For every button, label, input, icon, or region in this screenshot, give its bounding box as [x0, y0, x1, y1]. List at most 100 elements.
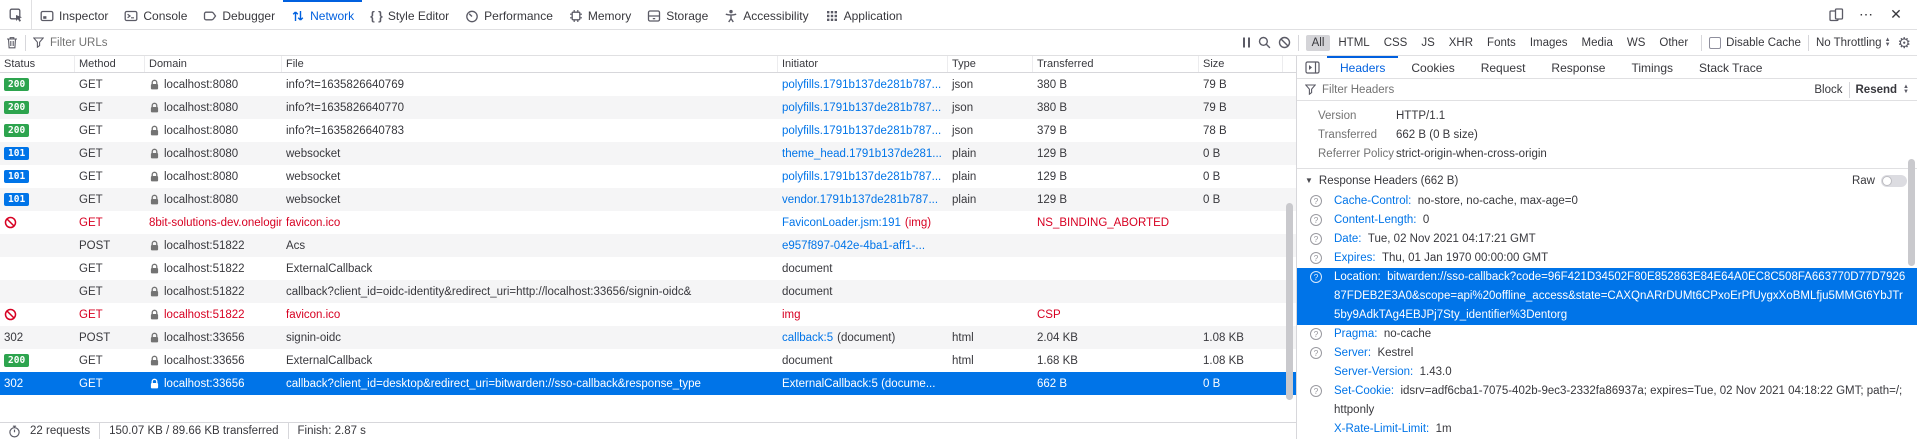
help-icon[interactable]: ? — [1310, 195, 1322, 207]
meatball-menu-button[interactable]: ⋯ — [1853, 2, 1879, 28]
table-row[interactable]: 302GETlocalhost:33656callback?client_id=… — [0, 372, 1296, 395]
column-header-status[interactable]: Status — [0, 56, 75, 72]
table-row[interactable]: 101GETlocalhost:8080websocketvendor.1791… — [0, 188, 1296, 211]
search-icon[interactable] — [1258, 36, 1271, 49]
header-entry[interactable]: ?Pragma: no-cache — [1297, 325, 1917, 344]
header-entry[interactable]: ?Content-Length: 0 — [1297, 211, 1917, 230]
column-header-domain[interactable]: Domain — [145, 56, 282, 72]
initiator-link[interactable]: polyfills.1791b137de281b787... — [782, 171, 941, 183]
performance-analysis-icon[interactable] — [8, 425, 21, 438]
table-row[interactable]: GET8bit-solutions-dev.onelogin...favicon… — [0, 211, 1296, 234]
throttling-dropdown[interactable]: No Throttling ▲▼ — [1816, 37, 1891, 49]
resend-dropdown-arrows-icon[interactable]: ▲▼ — [1903, 85, 1909, 95]
tab-inspector[interactable]: Inspector — [32, 0, 116, 29]
tab-memory[interactable]: Memory — [561, 0, 639, 29]
filter-pill-ws[interactable]: WS — [1621, 35, 1652, 51]
help-icon[interactable]: ? — [1310, 252, 1322, 264]
column-header-method[interactable]: Method — [75, 56, 145, 72]
filter-pill-media[interactable]: Media — [1576, 35, 1619, 51]
tab-accessibility[interactable]: Accessibility — [716, 0, 816, 29]
table-row[interactable]: 101GETlocalhost:8080websocketpolyfills.1… — [0, 165, 1296, 188]
table-row[interactable]: 200GETlocalhost:33656ExternalCallbackdoc… — [0, 349, 1296, 372]
column-header-file[interactable]: File — [282, 56, 778, 72]
initiator-link[interactable]: vendor.1791b137de281b787... — [782, 194, 938, 206]
help-icon[interactable]: ? — [1310, 214, 1322, 226]
header-value: 0 — [1423, 214, 1429, 226]
details-scrollbar[interactable] — [1908, 159, 1915, 266]
network-settings-gear-icon[interactable]: ⚙ — [1898, 34, 1911, 52]
filter-pill-images[interactable]: Images — [1524, 35, 1574, 51]
block-requests-icon[interactable] — [1278, 36, 1291, 49]
initiator-link[interactable]: theme_head.1791b137de281... — [782, 148, 942, 160]
node-picker-button[interactable] — [0, 0, 32, 29]
collapse-sidebar-button[interactable] — [1297, 56, 1327, 78]
table-row[interactable]: GETlocalhost:51822callback?client_id=oid… — [0, 280, 1296, 303]
help-icon[interactable]: ? — [1310, 328, 1322, 340]
tab-network[interactable]: Network — [283, 0, 362, 29]
initiator-link[interactable]: e957f897-042e-4ba1-aff1-... — [782, 240, 925, 252]
details-tab-headers[interactable]: Headers — [1327, 56, 1398, 78]
lock-icon — [149, 125, 160, 137]
initiator-link[interactable]: callback:5 — [782, 332, 833, 344]
details-tab-response[interactable]: Response — [1538, 56, 1618, 78]
header-entry[interactable]: ?Set-Cookie: idsrv=adf6cba1-7075-402b-9e… — [1297, 382, 1917, 420]
block-button[interactable]: Block — [1814, 84, 1842, 96]
details-tab-stack-trace[interactable]: Stack Trace — [1686, 56, 1775, 78]
table-row[interactable]: 200GETlocalhost:8080info?t=1635826640769… — [0, 73, 1296, 96]
filter-pill-xhr[interactable]: XHR — [1443, 35, 1479, 51]
initiator-link[interactable]: polyfills.1791b137de281b787... — [782, 125, 941, 137]
initiator-link[interactable]: polyfills.1791b137de281b787... — [782, 79, 941, 91]
close-devtools-button[interactable]: ✕ — [1883, 2, 1909, 28]
filter-pill-fonts[interactable]: Fonts — [1481, 35, 1522, 51]
column-header-transferred[interactable]: Transferred — [1033, 56, 1199, 72]
details-tab-request[interactable]: Request — [1468, 56, 1539, 78]
help-icon[interactable]: ? — [1310, 271, 1322, 283]
filter-pill-other[interactable]: Other — [1653, 35, 1694, 51]
initiator-link[interactable]: polyfills.1791b137de281b787... — [782, 102, 941, 114]
help-icon[interactable]: ? — [1310, 233, 1322, 245]
resend-button[interactable]: Resend — [1856, 84, 1898, 96]
details-tab-cookies[interactable]: Cookies — [1398, 56, 1467, 78]
header-entry[interactable]: ?Server: Kestrel — [1297, 344, 1917, 363]
header-entry[interactable]: ?Cache-Control: no-store, no-cache, max-… — [1297, 192, 1917, 211]
tab-performance[interactable]: Performance — [457, 0, 561, 29]
pause-recording-icon[interactable] — [1242, 37, 1251, 48]
table-row[interactable]: GETlocalhost:51822favicon.icoimgCSP — [0, 303, 1296, 326]
table-row[interactable]: 200GETlocalhost:8080info?t=1635826640770… — [0, 96, 1296, 119]
tab-console[interactable]: Console — [116, 0, 195, 29]
table-row[interactable]: 200GETlocalhost:8080info?t=1635826640783… — [0, 119, 1296, 142]
filter-pill-js[interactable]: JS — [1415, 35, 1440, 51]
column-header-type[interactable]: Type — [948, 56, 1033, 72]
filter-pill-html[interactable]: HTML — [1332, 35, 1375, 51]
filter-urls-input[interactable]: Filter URLs — [33, 37, 1235, 49]
table-row[interactable]: 302POSTlocalhost:33656signin-oidccallbac… — [0, 326, 1296, 349]
disable-cache-checkbox[interactable]: Disable Cache — [1709, 37, 1801, 49]
header-entry[interactable]: Server-Version: 1.43.0 — [1297, 363, 1917, 382]
tab-style-editor[interactable]: { }Style Editor — [362, 0, 457, 29]
header-entry[interactable]: ?Expires: Thu, 01 Jan 1970 00:00:00 GMT — [1297, 249, 1917, 268]
column-header-size[interactable]: Size — [1199, 56, 1283, 72]
tab-debugger[interactable]: Debugger — [195, 0, 283, 29]
details-tab-timings[interactable]: Timings — [1618, 56, 1686, 78]
initiator-link[interactable]: FaviconLoader.jsm:191 — [782, 217, 901, 229]
table-row[interactable]: 101GETlocalhost:8080websockettheme_head.… — [0, 142, 1296, 165]
help-icon[interactable]: ? — [1310, 385, 1322, 397]
header-entry[interactable]: ?Date: Tue, 02 Nov 2021 04:17:21 GMT — [1297, 230, 1917, 249]
header-entry[interactable]: X-Rate-Limit-Limit: 1m — [1297, 420, 1917, 439]
column-header-initiator[interactable]: Initiator — [778, 56, 948, 72]
filter-pill-css[interactable]: CSS — [1378, 35, 1414, 51]
table-row[interactable]: GETlocalhost:51822ExternalCallbackdocume… — [0, 257, 1296, 280]
raw-toggle[interactable] — [1881, 175, 1907, 187]
filter-headers-input[interactable]: Filter Headers — [1322, 84, 1808, 96]
request-list-scrollbar[interactable] — [1286, 203, 1293, 400]
responsive-design-mode-button[interactable] — [1823, 2, 1849, 28]
response-headers-section-header[interactable]: ▼ Response Headers (662 B) Raw — [1297, 168, 1917, 192]
help-icon[interactable]: ? — [1310, 347, 1322, 359]
filter-pill-all[interactable]: All — [1306, 35, 1331, 51]
header-entry[interactable]: ?Location: bitwarden://sso-callback?code… — [1297, 268, 1917, 325]
tab-storage[interactable]: Storage — [639, 0, 716, 29]
table-row[interactable]: POSTlocalhost:51822Acse957f897-042e-4ba1… — [0, 234, 1296, 257]
clear-requests-icon[interactable] — [6, 36, 18, 49]
tab-application[interactable]: Application — [817, 0, 911, 29]
cell-size: 0 B — [1199, 142, 1283, 165]
